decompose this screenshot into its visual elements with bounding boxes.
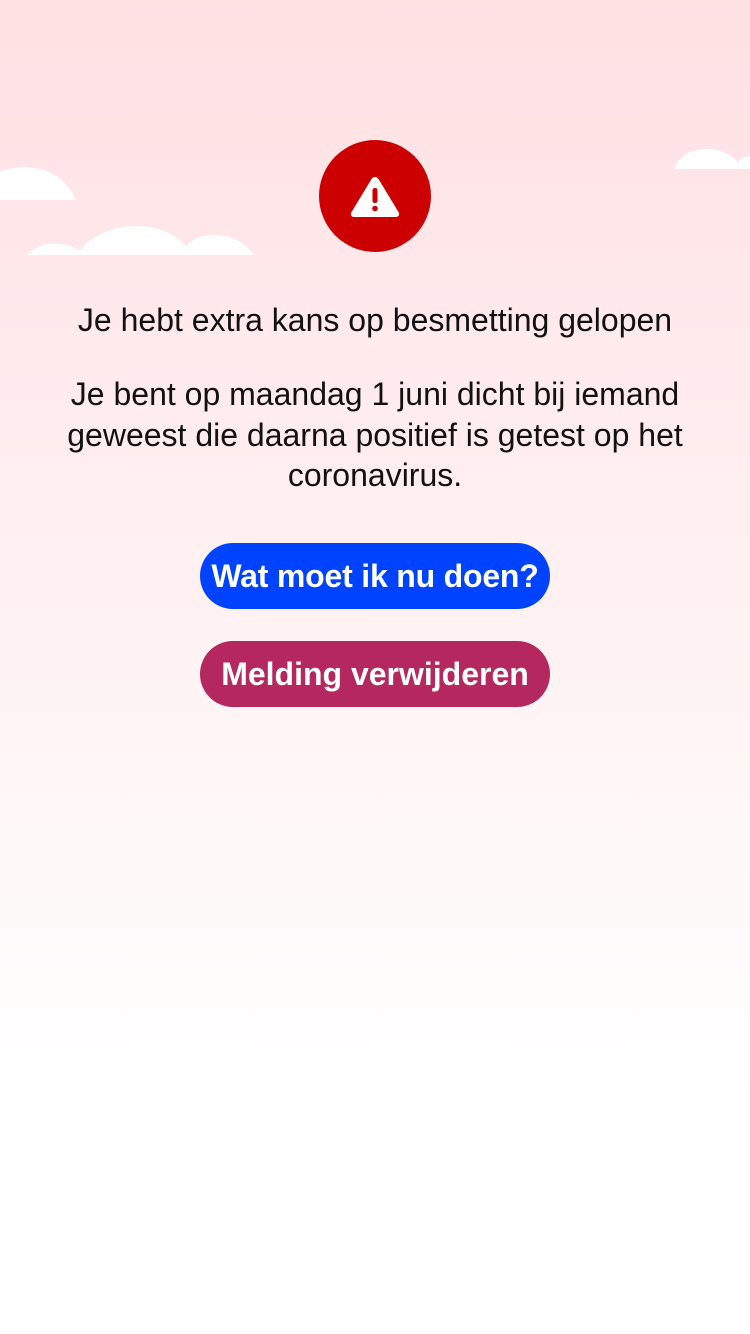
- warning-triangle-icon: [350, 177, 400, 217]
- cloud-icon: [674, 148, 750, 169]
- what-to-do-button[interactable]: Wat moet ik nu doen?: [200, 543, 550, 609]
- cloud-icon: [28, 226, 254, 255]
- notification-title: Je hebt extra kans op besmetting gelopen: [77, 302, 673, 338]
- alert-badge: [319, 140, 431, 252]
- exposure-notification-screen: Je hebt extra kans op besmetting gelopen…: [0, 0, 750, 1334]
- notification-message: Je bent op maandag 1 juni dicht bij iema…: [67, 376, 683, 493]
- delete-notification-button[interactable]: Melding verwijderen: [200, 641, 550, 707]
- cloud-icon: [0, 167, 76, 200]
